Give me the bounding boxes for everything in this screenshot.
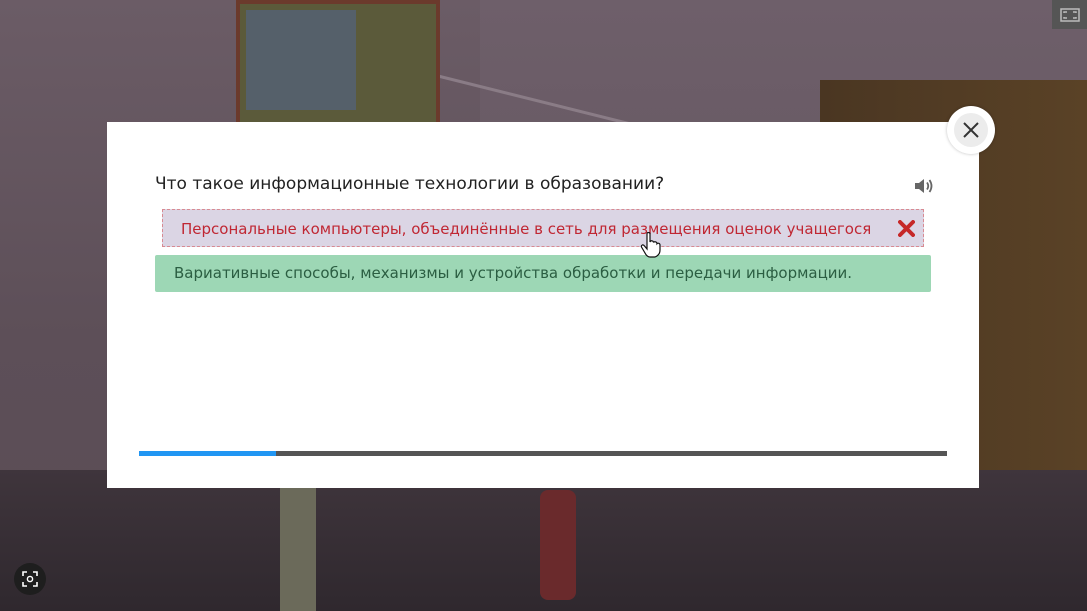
- fullscreen-icon: [1059, 7, 1080, 22]
- x-icon: [898, 220, 915, 237]
- close-button-inner: [954, 113, 988, 147]
- question-text: Что такое информационные технологии в об…: [155, 174, 665, 194]
- close-button[interactable]: [947, 106, 995, 154]
- answer-option-wrong[interactable]: Персональные компьютеры, объединённые в …: [162, 209, 924, 247]
- screenshot-icon: [22, 571, 38, 587]
- progress-bar: [139, 451, 947, 456]
- speaker-icon[interactable]: [913, 177, 935, 195]
- hand-cursor-icon: [640, 232, 661, 258]
- answer-option-label: Вариативные способы, механизмы и устройс…: [174, 264, 853, 282]
- answer-option-correct[interactable]: Вариативные способы, механизмы и устройс…: [155, 255, 931, 292]
- background-pipe: [280, 470, 316, 611]
- background-fire-extinguisher: [540, 490, 576, 600]
- close-icon: [963, 122, 979, 138]
- background-poster-inner: [246, 10, 356, 110]
- progress-bar-fill: [139, 451, 277, 456]
- quiz-modal: Что такое информационные технологии в об…: [107, 122, 979, 488]
- answer-option-label: Персональные компьютеры, объединённые в …: [181, 220, 872, 238]
- screenshot-button[interactable]: [14, 563, 46, 595]
- fullscreen-button[interactable]: [1052, 0, 1087, 29]
